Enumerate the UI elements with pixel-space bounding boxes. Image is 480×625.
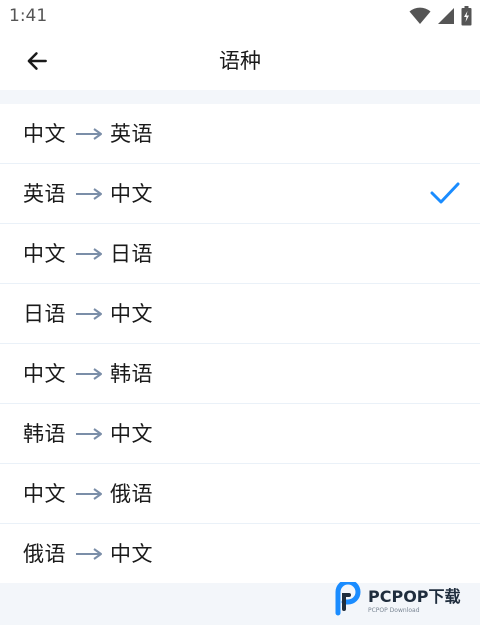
arrow-right-icon: [76, 427, 102, 440]
source-language: 中文: [23, 241, 66, 266]
arrow-right-icon: [76, 307, 102, 320]
source-language: 日语: [23, 301, 66, 326]
watermark: PCPOP下载 PCPOP Download: [332, 581, 480, 625]
arrow-right-icon: [76, 487, 102, 500]
app-bar: 语种: [0, 32, 480, 90]
language-pair-item[interactable]: 中文 俄语: [0, 464, 480, 524]
arrow-right-icon: [76, 547, 102, 560]
language-pair-item[interactable]: 中文 韩语: [0, 344, 480, 404]
language-pair-item[interactable]: 俄语 中文: [0, 524, 480, 583]
status-bar: 1:41: [0, 0, 480, 32]
page-title: 语种: [219, 49, 261, 73]
target-language: 中文: [110, 421, 153, 446]
language-pair-list: 中文 英语 英语 中文 中文 日语 日语 中文 中文 韩语 韩语 中文 中文 俄语 俄语 中文: [0, 104, 480, 583]
section-spacer: [0, 90, 480, 104]
language-pair-item[interactable]: 中文 日语: [0, 224, 480, 284]
target-language: 俄语: [110, 481, 153, 506]
arrow-right-icon: [76, 367, 102, 380]
language-pair-item[interactable]: 中文 英语: [0, 104, 480, 164]
source-language: 俄语: [23, 541, 66, 566]
status-icons: [409, 6, 472, 26]
target-language: 英语: [110, 121, 153, 146]
target-language: 中文: [110, 181, 153, 206]
battery-icon: [461, 6, 472, 26]
cellular-signal-icon: [438, 8, 454, 24]
pcpop-logo-icon: [335, 582, 361, 616]
target-language: 日语: [110, 241, 153, 266]
checkmark-icon: [430, 182, 460, 204]
watermark-subtext: PCPOP Download: [368, 607, 420, 614]
language-pair-item[interactable]: 韩语 中文: [0, 404, 480, 464]
source-language: 英语: [23, 181, 66, 206]
arrow-right-icon: [76, 187, 102, 200]
target-language: 中文: [110, 301, 153, 326]
wifi-icon: [409, 7, 431, 24]
status-time: 1:41: [9, 6, 48, 26]
source-language: 中文: [23, 481, 66, 506]
arrow-right-icon: [76, 127, 102, 140]
source-language: 中文: [23, 121, 66, 146]
watermark-text: PCPOP下载: [368, 587, 461, 606]
target-language: 中文: [110, 541, 153, 566]
source-language: 韩语: [23, 421, 66, 446]
target-language: 韩语: [110, 361, 153, 386]
source-language: 中文: [23, 361, 66, 386]
arrow-right-icon: [76, 247, 102, 260]
language-pair-item[interactable]: 英语 中文: [0, 164, 480, 224]
language-pair-item[interactable]: 日语 中文: [0, 284, 480, 344]
